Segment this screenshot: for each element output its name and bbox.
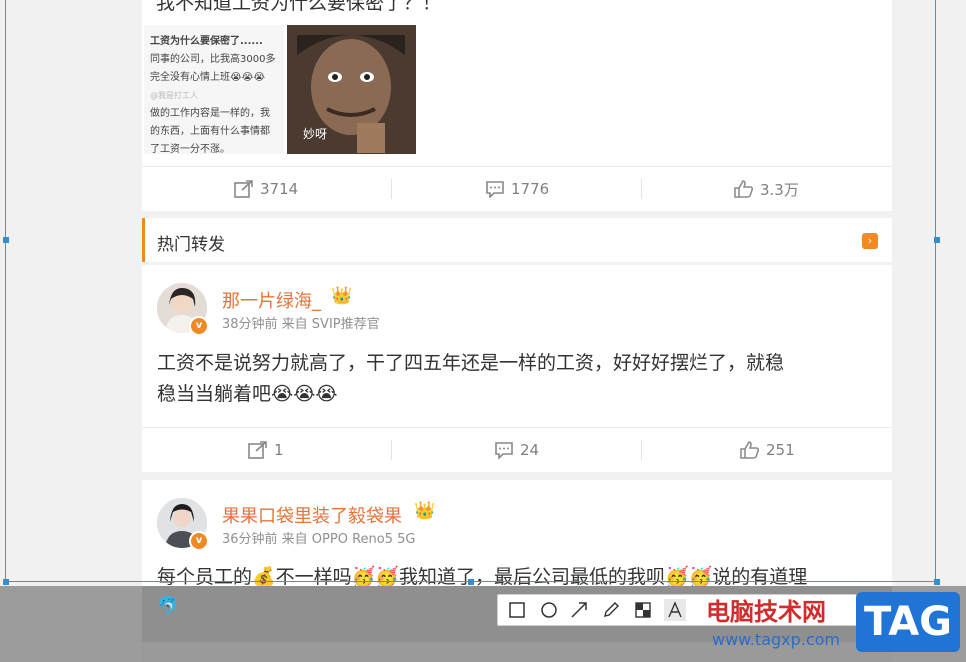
repost-button[interactable]: 1 (248, 428, 284, 472)
divider (641, 440, 642, 460)
verified-badge-icon: v (189, 531, 209, 551)
username[interactable]: 果果口袋里装了毅袋果 (222, 502, 402, 528)
mosaic-tool[interactable] (632, 599, 654, 621)
image-line: @我是打工人 (150, 91, 198, 100)
arrow-icon (571, 602, 587, 618)
post-actions: 1 24 251 (142, 427, 892, 472)
post-text-partial: 我不知道工资为什么要保密了？！ (156, 0, 442, 14)
section-title: 热门转发 (157, 235, 225, 255)
image-line: 同事的公司，比我高3000多 (150, 54, 276, 65)
screen: 我不知道工资为什么要保密了？！ 工资为什么要保密了...... 同事的公司，比我… (0, 0, 966, 662)
image-line: 的东西，上面有什么事情都 (150, 126, 270, 137)
resize-handle[interactable] (468, 579, 474, 585)
resize-handle[interactable] (934, 579, 940, 585)
arrow-tool[interactable] (568, 599, 590, 621)
post-meta: 38分钟前 来自 SVIP推荐官 (222, 317, 380, 332)
verified-badge-icon: v (189, 316, 209, 336)
post-actions-top: 3714 1776 3.3万 (142, 166, 892, 211)
comment-button[interactable]: 24 (494, 428, 539, 472)
text-tool[interactable] (664, 599, 686, 621)
post-content-line: 稳当当躺着吧😭😭😭 (157, 383, 338, 405)
rectangle-tool[interactable] (506, 599, 528, 621)
emoji-icon: 🐬 (157, 596, 180, 617)
pen-tool[interactable] (600, 599, 622, 621)
divider (391, 440, 392, 460)
tag-logo: TAG (856, 592, 960, 652)
thumbs-up-icon (740, 441, 760, 459)
crown-icon: 👑 (414, 501, 436, 521)
username[interactable]: 那一片绿海_ (222, 287, 321, 313)
like-count: 3.3万 (760, 180, 799, 199)
resize-handle[interactable] (934, 237, 940, 243)
image-line: 了工资一分不涨。 (150, 144, 230, 154)
watermark-text: 电脑技术网 (706, 598, 826, 626)
comment-icon (486, 181, 504, 198)
repost-count: 1 (274, 441, 284, 459)
comment-button[interactable]: 1776 (485, 167, 549, 211)
share-icon (234, 180, 253, 198)
text-icon (668, 601, 682, 618)
post-meta: 36分钟前 来自 OPPO Reno5 5G (222, 532, 416, 547)
divider (391, 179, 392, 199)
meme-caption: 妙呀 (303, 127, 328, 141)
share-icon (248, 441, 267, 459)
ellipse-tool[interactable] (538, 599, 560, 621)
resize-handle[interactable] (3, 579, 9, 585)
crown-icon: 👑 (331, 286, 353, 306)
hot-repost-header[interactable]: 热门转发 › (142, 218, 892, 262)
repost-button[interactable]: 3714 (234, 167, 298, 211)
like-count: 251 (766, 441, 795, 459)
rectangle-icon (509, 602, 525, 618)
chevron-right-icon[interactable]: › (862, 233, 878, 249)
comment-count: 1776 (511, 180, 550, 198)
mosaic-icon (635, 602, 651, 618)
image-line: 做的工作内容是一样的，我 (150, 108, 270, 119)
comment-count: 24 (520, 441, 540, 459)
repost-count: 3714 (260, 180, 299, 198)
image-line: 工资为什么要保密了...... (150, 36, 263, 47)
like-button[interactable]: 251 (740, 428, 795, 472)
pencil-icon (604, 602, 619, 617)
comment-icon (495, 442, 513, 459)
ellipse-icon (541, 602, 557, 618)
resize-handle[interactable] (3, 237, 9, 243)
like-button[interactable]: 3.3万 (734, 167, 799, 211)
watermark-url: www.tagxp.com (712, 630, 840, 649)
post-image-meme[interactable]: 妙呀 (287, 25, 416, 154)
thumbs-up-icon (734, 180, 754, 198)
divider (641, 179, 642, 199)
image-line: 完全没有心情上班😭😭😭 (150, 72, 266, 83)
post-image-screenshot[interactable]: 工资为什么要保密了...... 同事的公司，比我高3000多 完全没有心情上班😭… (144, 25, 284, 154)
post-content-line: 工资不是说努力就高了，干了四五年还是一样的工资，好好好摆烂了，就稳 (157, 352, 785, 374)
